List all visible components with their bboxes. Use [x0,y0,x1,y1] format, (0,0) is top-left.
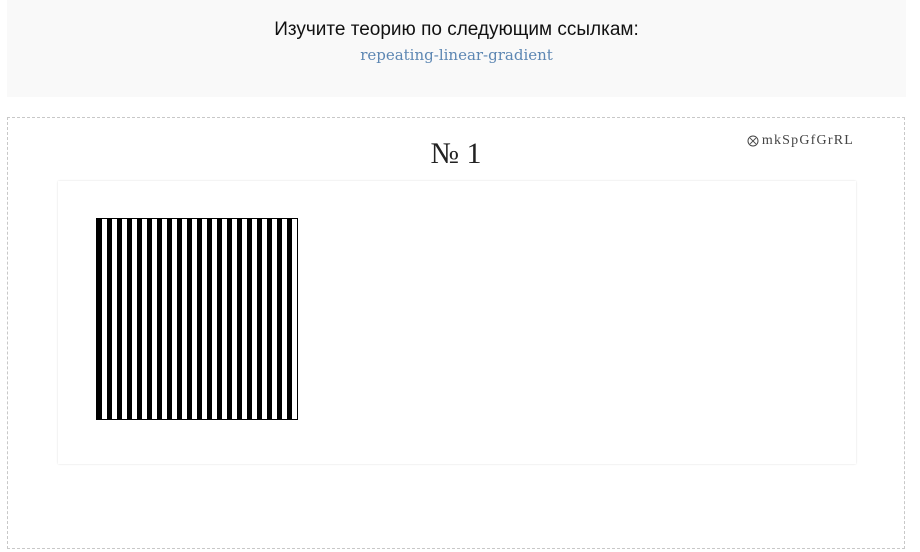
task-id-label: mkSpGfGrRL [761,133,854,148]
theory-header: Изучите теорию по следующим ссылкам: rep… [7,0,906,97]
task-frame: № 1 mkSpGfGrRL [7,117,905,549]
task-id[interactable]: mkSpGfGrRL [747,133,854,149]
striped-square [96,218,298,420]
theory-link-repeating-linear-gradient[interactable]: repeating-linear-gradient [7,46,906,64]
preview-canvas [58,181,856,464]
circled-x-icon [747,135,759,147]
theory-title: Изучите теорию по следующим ссылкам: [274,19,639,40]
